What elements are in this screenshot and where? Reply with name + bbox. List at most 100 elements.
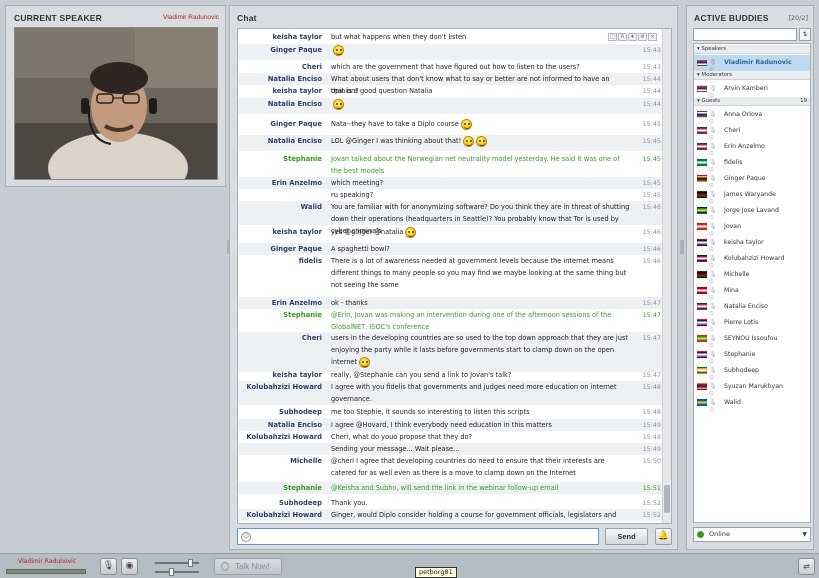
chat-message-text: Jovan talked about the Norwegian net neu… [331,153,631,177]
chat-message-row: Erin Anzelmo ok - thanks 15:47 [238,297,664,309]
buddy-item[interactable]: 🎙⊙ Pierre Lotis [694,315,810,333]
chat-sender-name[interactable]: Cheri [238,332,322,344]
chat-sender-name[interactable]: Natalia Enciso [238,419,322,431]
chat-scrollbar-thumb[interactable] [664,485,670,513]
chat-message-body: I agree with you fidelis that government… [331,383,617,403]
chat-message-body: ru speaking? [331,191,374,199]
chat-sender-name[interactable]: Ginger Paque [238,44,322,56]
chat-timestamp: 15:47 [642,299,661,307]
buddy-item[interactable]: 🎙⊙ Jovan [694,219,810,237]
chat-input[interactable]: ☺ [237,528,599,545]
buddy-item[interactable]: 🎙⊙ Kolubahzizi Howard [694,251,810,269]
buddy-search-input[interactable] [693,28,797,41]
chat-message-body: A spaghetti bowl? [331,245,390,253]
mic-volume-slider[interactable] [155,568,199,576]
chat-message-row: Stephanie @Erin, Jovan was making an inte… [238,309,664,333]
country-flag-icon [697,271,707,278]
chat-message-row: fidelis There is a lot of awareness neede… [238,255,664,291]
buddy-item[interactable]: 🎙⊙ Stephanie [694,347,810,365]
buddy-item[interactable]: 🎙⊙ Anna Orlova [694,107,810,125]
chat-timestamp: 15:50 [642,457,661,465]
buddy-item[interactable]: 🎙⊙ Syuzan Marukhyan [694,379,810,397]
webcam-icon[interactable]: ◉ [121,558,138,575]
buddy-item[interactable]: 🎙⊙ keisha taylor [694,235,810,253]
chat-message-body: Cheri, what do youo propose that they do… [331,433,473,441]
chat-sender-name[interactable]: Subhodeep [238,497,322,509]
buddy-item[interactable]: 🎙⊙ James Waryande [694,187,810,205]
buddies-count: [20/2] [788,14,808,22]
chat-scrollbar[interactable] [662,29,671,523]
smiley-picker-icon[interactable]: ☺ [241,532,251,542]
buddy-group-header[interactable]: ▾ Speakers [694,45,810,54]
chat-message-row: keisha taylor yes @ginger @natalia 15:46 [238,226,664,242]
chat-sender-name[interactable]: Michelle [238,455,322,467]
chat-sender-name[interactable]: Erin Anzelmo [238,297,322,309]
right-collapse-handle[interactable] [680,240,684,254]
buddy-item[interactable]: 🎙⊙ SEYNOU Issoufou [694,331,810,349]
buddy-name: fidelis [724,159,743,166]
buddies-panel: ACTIVE BUDDIES [20/2] ⇅ ▾ Speakers 🎙⊙ Vlad… [686,5,814,550]
buddies-panel-title: ACTIVE BUDDIES [694,13,769,23]
chat-sender-name[interactable]: Kolubahzizi Howard [238,381,322,393]
chat-timestamp: 15:43 [642,46,661,54]
buddy-item[interactable]: 🎙⊙ Mina [694,283,810,301]
buddy-item[interactable]: 🎙⊙ Ginger Paque [694,171,810,189]
chat-timestamp: 15:49 [642,421,661,429]
buddy-name: James Waryande [724,191,776,198]
buddy-item[interactable]: 🎙⊙ Walid [694,395,810,413]
chat-sender-name[interactable]: Stephanie [238,309,322,321]
chat-message-body: LOL @Ginger I was thinking about that! [331,137,462,145]
chat-sender-name[interactable]: keisha taylor [238,85,322,97]
buddy-item[interactable]: 🎙⊙ Cheri [694,123,810,141]
speaker-volume-slider[interactable] [155,559,199,567]
slider-knob[interactable] [169,568,174,576]
bell-icon[interactable]: 🔔 [655,528,672,545]
talk-now-label: Talk Now! [235,562,270,571]
chat-sender-name[interactable]: Cheri [238,61,322,73]
chat-sender-name[interactable]: Ginger Paque [238,118,322,130]
speaker-video [14,27,218,180]
chat-sender-name[interactable]: Kolubahzizi Howard [238,509,322,521]
slider-knob[interactable] [188,559,193,567]
chat-sender-name[interactable]: Natalia Enciso [238,73,322,85]
buddy-item[interactable]: 🎙⊙ Michelle [694,267,810,285]
chat-sender-name[interactable]: Natalia Enciso [238,98,322,110]
buddy-item[interactable]: 🎙⊙ Vladimir Radunovic [694,55,810,73]
buddy-item[interactable]: 🎙⊙ fidelis [694,155,810,173]
chat-sender-name[interactable]: Kolubahzizi Howard [238,431,322,443]
microphone-icon[interactable]: 🎙 [100,558,117,575]
share-icon[interactable]: ⇌ [798,558,815,575]
buddy-item[interactable]: 🎙⊙ Jorge Jose Lavand [694,203,810,221]
chat-sender-name[interactable]: keisha taylor [238,31,322,43]
chat-sender-name[interactable]: fidelis [238,255,322,267]
chat-message-text: Cheri, what do youo propose that they do… [331,431,631,443]
chat-message-row: Subhodeep Thank you. 15:52 [238,497,664,509]
chat-sender-name[interactable]: Ginger Paque [238,243,322,255]
chat-sender-name[interactable]: Walid [238,201,322,213]
chat-message-body: Thank you. [331,499,368,507]
send-button[interactable]: Send [605,528,648,545]
talk-now-button[interactable]: Talk Now! [214,558,282,575]
chat-message-text: but what happens when they don't listen [331,31,631,43]
buddy-item[interactable]: 🎙⊙ Natalia Enciso [694,299,810,317]
chat-sender-name[interactable]: keisha taylor [238,369,322,381]
chat-sender-name[interactable]: keisha taylor [238,226,322,238]
buddy-item[interactable]: 🎙⊙ Erin Anzelmo [694,139,810,157]
buddy-group-header[interactable]: ▾ Moderators [694,71,810,80]
chat-sender-name[interactable]: Subhodeep [238,406,322,418]
country-flag-icon [697,143,707,150]
chat-sender-name[interactable]: Stephanie [238,482,322,494]
chat-message-list[interactable]: □ A ♦ ⚙ × keisha taylor but what happens when… [237,28,672,524]
country-flag-icon [697,335,707,342]
chat-sender-name[interactable]: Natalia Enciso [238,135,322,147]
buddy-group-header[interactable]: ▾ Guests 19 [694,97,810,106]
buddy-media-icon: 🎙⊙ [709,255,717,269]
sort-icon[interactable]: ⇅ [799,28,811,41]
chat-sender-name[interactable]: Erin Anzelmo [238,177,322,189]
buddy-media-icon: 🎙⊙ [709,239,717,253]
status-dropdown[interactable]: Online ▼ [693,527,811,542]
buddy-item[interactable]: 🎙⊙ Subhodeep [694,363,810,381]
buddy-media-icon: 🎙⊙ [709,143,717,157]
chat-sender-name[interactable]: Stephanie [238,153,322,165]
buddy-item[interactable]: 🎙⊙ Arvin Kamberi [694,81,810,99]
